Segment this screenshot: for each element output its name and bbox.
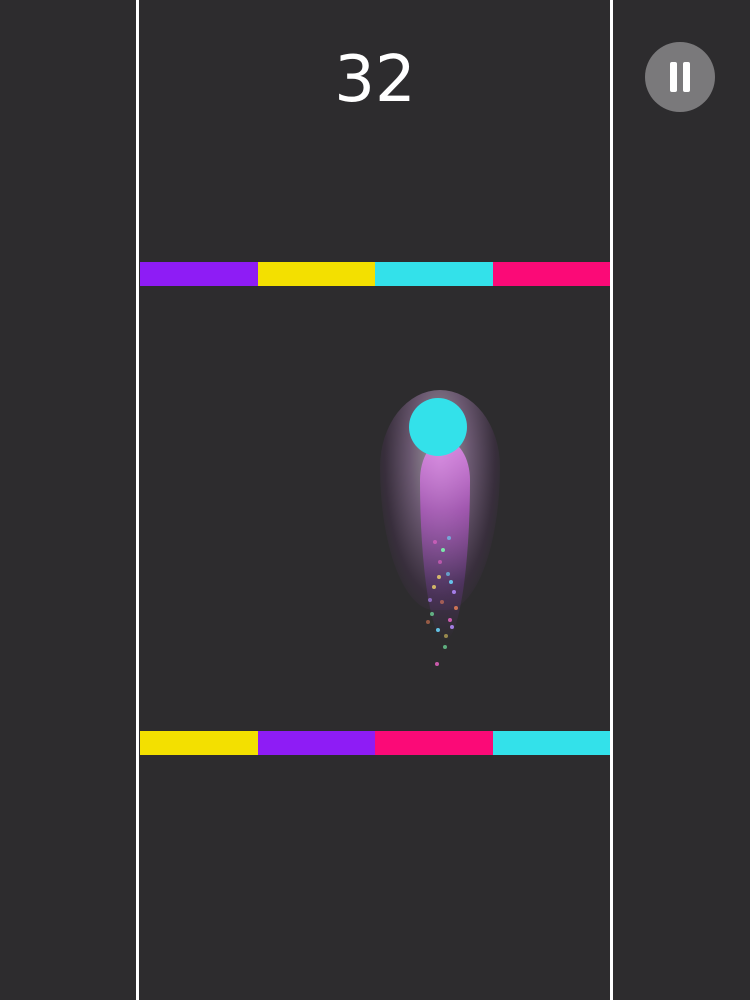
trail-sparkle xyxy=(437,575,441,579)
color-segment-cyan xyxy=(375,262,493,286)
trail-sparkle xyxy=(440,600,444,604)
color-bar-bottom xyxy=(140,731,610,755)
ball-trail xyxy=(420,440,470,640)
pause-button[interactable] xyxy=(645,42,715,112)
trail-sparkle xyxy=(428,598,432,602)
trail-sparkle xyxy=(444,634,448,638)
color-segment-purple xyxy=(140,262,258,286)
color-segment-pink xyxy=(375,731,493,755)
trail-sparkle xyxy=(443,645,447,649)
trail-sparkle xyxy=(452,590,456,594)
color-segment-yellow xyxy=(257,262,375,286)
pause-icon xyxy=(668,62,692,92)
player-ball xyxy=(409,398,467,456)
score-counter: 32 xyxy=(334,43,416,117)
color-segment-yellow xyxy=(140,731,258,755)
trail-sparkle xyxy=(426,620,430,624)
trail-sparkle xyxy=(436,628,440,632)
color-segment-purple xyxy=(257,731,375,755)
color-bar-top xyxy=(140,262,610,286)
trail-sparkle xyxy=(432,585,436,589)
right-lane-line xyxy=(610,0,613,1000)
trail-sparkle xyxy=(447,536,451,540)
trail-sparkle xyxy=(448,618,452,622)
trail-sparkle xyxy=(450,625,454,629)
trail-sparkle xyxy=(441,548,445,552)
game-stage[interactable]: 32 xyxy=(0,0,750,1000)
trail-sparkle xyxy=(433,540,437,544)
color-segment-cyan xyxy=(492,731,610,755)
trail-sparkle xyxy=(435,662,439,666)
trail-sparkle xyxy=(446,572,450,576)
trail-sparkle xyxy=(454,606,458,610)
color-segment-pink xyxy=(492,262,610,286)
trail-sparkle xyxy=(438,560,442,564)
left-lane-line xyxy=(136,0,139,1000)
trail-sparkle xyxy=(430,612,434,616)
trail-sparkle xyxy=(449,580,453,584)
